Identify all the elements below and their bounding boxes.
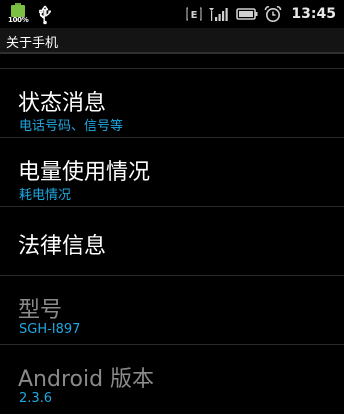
status-time: 13:45 [291, 6, 336, 22]
svg-text:E: E [191, 10, 198, 21]
list-item-title: Android 版本 [18, 367, 155, 392]
network-type-icon: E [186, 7, 202, 21]
list-item-title: 法律信息 [18, 234, 107, 259]
list-top-spacer [0, 60, 344, 69]
list-item-battery-use[interactable]: 电量使用情况 耗电情况 [0, 138, 344, 207]
list-item-title: 型号 [18, 298, 63, 323]
page-title: 关于手机 [6, 36, 59, 51]
battery-widget-label: 100% [8, 16, 29, 24]
list-item-android-version: Android 版本 2.3.6 [0, 345, 344, 413]
list-item-subtitle: 电话号码、信号等 [19, 119, 124, 134]
list-item-subtitle: 耗电情况 [19, 188, 72, 203]
status-bar: 100% E 13:45 [0, 0, 344, 28]
settings-list: 状态消息 电话号码、信号等 电量使用情况 耗电情况 法律信息 型号 SGH-I8… [0, 60, 344, 413]
title-bar: 关于手机 [0, 28, 344, 54]
alarm-icon [265, 6, 282, 22]
list-item-legal-info[interactable]: 法律信息 [0, 207, 344, 276]
battery-icon [236, 8, 258, 20]
signal-strength-icon [209, 8, 229, 21]
list-item-status[interactable]: 状态消息 电话号码、信号等 [0, 69, 344, 138]
list-item-subtitle: SGH-I897 [19, 322, 81, 337]
list-item-subtitle: 2.3.6 [19, 391, 53, 406]
usb-icon [39, 5, 51, 25]
battery-widget-icon: 100% [8, 3, 29, 25]
list-item-title: 电量使用情况 [18, 160, 151, 185]
list-item-model: 型号 SGH-I897 [0, 276, 344, 345]
list-item-title: 状态消息 [18, 91, 107, 116]
